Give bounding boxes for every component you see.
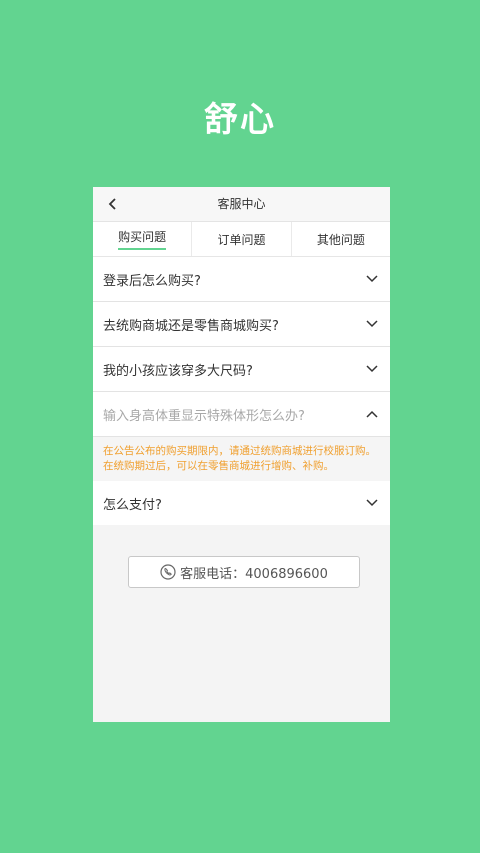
faq-item[interactable]: 怎么支付? [93, 481, 390, 525]
customer-service-phone-button[interactable]: 客服电话：4006896600 [128, 556, 360, 588]
phone-label: 客服电话：4006896600 [180, 566, 328, 582]
faq-list: 登录后怎么购买? 去统购商城还是零售商城购买? 我的小孩应该穿多大尺码? 输入身… [93, 257, 390, 525]
chevron-down-icon [366, 273, 378, 285]
tab-label: 购买问题 [118, 228, 167, 250]
faq-answer: 在公告公布的购买期限内，请通过统购商城进行校服订购。在统购期过后，可以在零售商城… [93, 437, 390, 481]
brand-logo: 舒心 [204, 100, 276, 140]
faq-question: 输入身高体重显示特殊体形怎么办? [103, 408, 305, 424]
faq-item[interactable]: 我的小孩应该穿多大尺码? [93, 347, 390, 392]
page-title: 客服中心 [217, 197, 266, 211]
tab-bar: 购买问题 订单问题 其他问题 [93, 222, 390, 257]
chevron-down-icon [366, 318, 378, 330]
faq-question: 怎么支付? [103, 497, 162, 513]
chevron-down-icon [366, 497, 378, 509]
chevron-up-icon [366, 408, 378, 420]
faq-question: 登录后怎么购买? [103, 273, 201, 289]
faq-item-expanded[interactable]: 输入身高体重显示特殊体形怎么办? [93, 392, 390, 437]
phone-icon [160, 564, 176, 580]
tab-label: 订单问题 [217, 232, 266, 247]
tab-label: 其他问题 [316, 232, 365, 247]
help-center-screen: 客服中心 购买问题 订单问题 其他问题 登录后怎么购买? 去统购商城还是零售商城… [93, 187, 390, 722]
chevron-down-icon [366, 363, 378, 375]
faq-question: 我的小孩应该穿多大尺码? [103, 363, 253, 379]
faq-item[interactable]: 去统购商城还是零售商城购买? [93, 302, 390, 347]
faq-question: 去统购商城还是零售商城购买? [103, 318, 279, 334]
tab-other[interactable]: 其他问题 [292, 222, 390, 256]
tab-orders[interactable]: 订单问题 [192, 222, 292, 256]
faq-item[interactable]: 登录后怎么购买? [93, 257, 390, 302]
tab-purchase[interactable]: 购买问题 [93, 222, 193, 256]
nav-bar: 客服中心 [93, 187, 390, 222]
